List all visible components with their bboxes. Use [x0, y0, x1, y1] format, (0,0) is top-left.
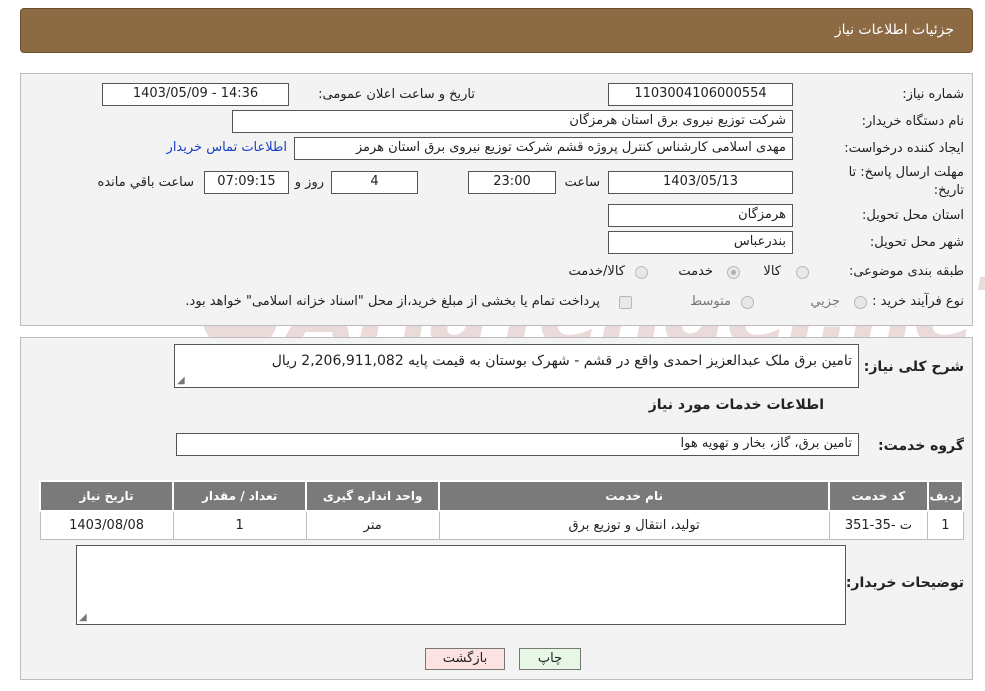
treasury-payment-note: پرداخت تمام یا بخشی از مبلغ خرید،از محل …	[185, 294, 600, 309]
purchase-radio-minor[interactable]	[854, 296, 867, 309]
deadline-label: مهلت ارسال پاسخ: تا	[848, 165, 964, 180]
summary-text: تامین برق ملک عبدالعزیز احمدی واقع در قش…	[271, 353, 852, 369]
service-group-label: گروه خدمت:	[878, 438, 964, 454]
category-option-goods: کالا	[763, 264, 781, 279]
deadline-time-label: ساعت	[564, 175, 600, 190]
contact-buyer-link[interactable]: اطلاعات تماس خریدار	[167, 140, 287, 155]
services-heading: اطلاعات خدمات مورد نیاز	[648, 397, 824, 413]
resize-grip-icon[interactable]: ◢	[79, 612, 87, 623]
buyer-notes-textarea[interactable]: ◢	[76, 545, 846, 625]
announce-label: تاریخ و ساعت اعلان عمومی:	[318, 87, 475, 102]
deadline-date-field: 1403/05/13	[608, 171, 793, 194]
col-unit: واحد اندازه گیری	[305, 480, 441, 512]
announce-datetime-field: 1403/05/09 - 14:36	[102, 83, 289, 106]
remaining-time-field: 07:09:15	[204, 171, 289, 194]
page-title: جزئیات اطلاعات نیاز	[834, 22, 954, 38]
city-field: بندرعباس	[608, 231, 793, 254]
cell-service-code: ت -35-351	[828, 510, 929, 540]
purchase-option-minor: جزیي	[810, 294, 840, 309]
days-remaining-field: 4	[331, 171, 418, 194]
col-quantity: تعداد / مقدار	[172, 480, 308, 512]
cell-row-number: 1	[927, 510, 964, 540]
summary-textarea: تامین برق ملک عبدالعزیز احمدی واقع در قش…	[174, 344, 859, 388]
days-label: روز و	[294, 175, 324, 190]
province-label: استان محل تحویل:	[862, 208, 964, 223]
category-option-service: خدمت	[678, 264, 713, 279]
cell-quantity: 1	[172, 510, 307, 540]
col-service-code: کد خدمت	[828, 480, 929, 512]
back-button[interactable]: بازگشت	[425, 648, 505, 670]
table-row: 1 ت -35-351 تولید، انتقال و توزیع برق مت…	[39, 510, 964, 540]
services-table: ردیف کد خدمت نام خدمت واحد اندازه گیری ت…	[38, 480, 965, 540]
category-radio-goods[interactable]	[796, 266, 809, 279]
category-radio-goods-service[interactable]	[635, 266, 648, 279]
announce-datetime-value: 1403/05/09 - 14:36	[132, 86, 259, 101]
province-field: هرمزگان	[608, 204, 793, 227]
buyer-org-field: شرکت توزیع نیروی برق استان هرمزگان	[232, 110, 793, 133]
col-service-name: نام خدمت	[438, 480, 831, 512]
resize-grip-icon[interactable]: ◢	[177, 375, 185, 386]
buyer-org-label: نام دستگاه خریدار:	[861, 114, 964, 129]
cell-unit: متر	[305, 510, 440, 540]
request-info-panel: شماره نیاز: 1103004106000554 تاریخ و ساع…	[20, 73, 973, 326]
col-row-number: ردیف	[926, 480, 965, 512]
summary-label: شرح کلی نیاز:	[863, 359, 964, 375]
page-header: جزئیات اطلاعات نیاز	[20, 8, 973, 53]
remaining-time-label: ساعت باقي مانده	[97, 175, 194, 190]
need-details-panel: شرح کلی نیاز: تامین برق ملک عبدالعزیز اح…	[20, 337, 973, 680]
creator-label: ایجاد کننده درخواست:	[844, 141, 964, 156]
deadline-date-label: تاریخ:	[933, 183, 964, 198]
col-need-date: تاریخ نیاز	[38, 480, 175, 512]
creator-field: مهدی اسلامی کارشناس کنترل پروژه قشم شرکت…	[294, 137, 793, 160]
cell-need-date: 1403/08/08	[39, 510, 174, 540]
cell-service-name: تولید، انتقال و توزیع برق	[438, 510, 830, 540]
deadline-time-field: 23:00	[468, 171, 556, 194]
category-radio-service[interactable]	[727, 266, 740, 279]
purchase-radio-medium[interactable]	[741, 296, 754, 309]
need-number-label: شماره نیاز:	[902, 87, 964, 102]
service-group-field: تامین برق، گاز، بخار و تهویه هوا	[176, 433, 859, 456]
category-option-goods-service: کالا/خدمت	[568, 264, 625, 279]
purchase-option-medium: متوسط	[690, 294, 731, 309]
category-label: طبقه بندی موضوعی:	[848, 264, 964, 279]
buyer-notes-label: توضیحات خریدار:	[845, 575, 964, 591]
print-button[interactable]: چاپ	[519, 648, 581, 670]
need-number-field: 1103004106000554	[608, 83, 793, 106]
purchase-type-label: نوع فرآیند خرید :	[872, 294, 964, 309]
treasury-payment-checkbox[interactable]	[619, 296, 632, 309]
city-label: شهر محل تحویل:	[869, 235, 964, 250]
services-table-header: ردیف کد خدمت نام خدمت واحد اندازه گیری ت…	[38, 480, 965, 512]
